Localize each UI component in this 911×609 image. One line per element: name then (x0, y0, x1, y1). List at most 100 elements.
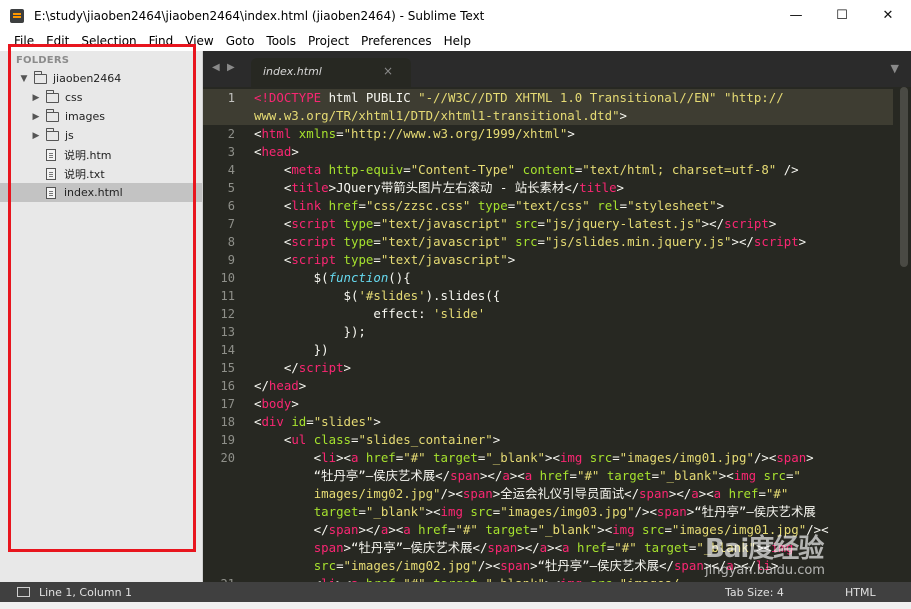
file-icon (46, 167, 56, 180)
code-line: </span></a><a href="#" target="_blank"><… (254, 522, 829, 537)
line-number: 11 (220, 289, 235, 303)
code-line: www.w3.org/TR/xhtml1/DTD/xhtml1-transiti… (254, 108, 627, 123)
sublime-text-icon (10, 8, 24, 23)
title-bar: E:\study\jiaoben2464\jiaoben2464\index.h… (0, 0, 911, 31)
status-bar: Line 1, Column 1 Tab Size: 4 HTML (0, 582, 911, 602)
code-line: <title>JQuery带箭头图片左右滚动 - 站长素材</title> (254, 180, 625, 195)
line-number: 21 (221, 575, 235, 582)
line-number: 4 (227, 163, 235, 177)
line-number: 19 (220, 433, 235, 447)
tree-root-folder[interactable]: ▼ jiaoben2464 (0, 69, 202, 88)
cursor-position: Line 1, Column 1 (39, 585, 133, 599)
line-number: 10 (220, 271, 235, 285)
code-line: <div id="slides"> (254, 414, 381, 429)
tree-folder-images[interactable]: ▶ images (0, 107, 202, 126)
chevron-down-icon[interactable]: ▼ (18, 74, 30, 84)
code-line: <body> (254, 396, 299, 411)
close-button[interactable]: ✕ (865, 0, 911, 31)
code-line: <script type="text/javascript" src="js/j… (254, 216, 777, 231)
folders-heading: FOLDERS (16, 55, 70, 66)
line-number: 8 (227, 235, 235, 249)
vertical-scrollbar[interactable] (893, 87, 911, 582)
tree-item-label: 说明.htm (64, 148, 112, 162)
tree-item-label: images (65, 110, 105, 123)
code-line: <li><a href="#" target="_blank"><img src… (254, 575, 680, 582)
tree-item-label: js (65, 129, 74, 142)
menu-goto[interactable]: Goto (220, 31, 261, 51)
code-editor[interactable]: 123456789101112131415161718192021 <!DOCT… (203, 87, 911, 582)
line-number: 5 (227, 181, 235, 195)
tree-file-shuoming-htm[interactable]: 说明.htm (0, 145, 202, 164)
code-line: </script> (254, 360, 351, 375)
line-number: 1 (227, 91, 235, 105)
tab-index-html[interactable]: index.html × (251, 58, 411, 87)
menu-file[interactable]: File (8, 31, 40, 51)
window-bottom-edge (0, 602, 911, 609)
code-line: <head> (254, 144, 299, 159)
code-line: }); (254, 324, 366, 339)
folder-open-icon (34, 70, 47, 84)
line-number: 12 (220, 307, 235, 321)
menu-selection[interactable]: Selection (75, 31, 142, 51)
line-number: 9 (227, 253, 235, 267)
menu-edit[interactable]: Edit (40, 31, 75, 51)
minimize-button[interactable]: — (773, 0, 819, 31)
line-number: 14 (220, 343, 235, 357)
code-line: $(function(){ (254, 270, 411, 285)
line-number: 13 (220, 325, 235, 339)
tree-item-label: index.html (64, 186, 123, 199)
menu-find[interactable]: Find (143, 31, 180, 51)
menu-view[interactable]: View (179, 31, 219, 51)
folder-icon (46, 89, 59, 103)
tab-nav-right-icon[interactable]: ▶ (227, 62, 235, 73)
chevron-right-icon[interactable]: ▶ (30, 131, 42, 141)
tree-item-label: css (65, 91, 83, 104)
code-line: <script type="text/javascript" src="js/s… (254, 234, 807, 249)
code-line: “牡丹亭”—侯庆艺术展</span></a><a href="#" target… (254, 468, 801, 483)
line-number: 3 (227, 145, 235, 159)
tree-item-label: jiaoben2464 (53, 72, 122, 85)
tab-nav-left-icon[interactable]: ◀ (212, 62, 220, 73)
code-line: span>“牡丹亭”—侯庆艺术展</span></a><a href="#" t… (313, 540, 794, 555)
code-line: <link href="css/zzsc.css" type="text/css… (254, 198, 725, 213)
code-line: images/img02.jpg"/><span>全运会礼仪引导员面试</spa… (313, 486, 789, 501)
code-line: <meta http-equiv="Content-Type" content=… (254, 162, 799, 177)
line-number: 7 (227, 217, 235, 231)
sidebar: FOLDERS ▼ jiaoben2464 ▶ css ▶ images ▶ j… (0, 51, 203, 582)
menu-bar: File Edit Selection Find View Goto Tools… (0, 31, 911, 51)
syntax-selector[interactable]: HTML (845, 586, 911, 599)
code-line: <li><a href="#" target="_blank"><img src… (254, 450, 814, 465)
chevron-right-icon[interactable]: ▶ (30, 112, 42, 122)
menu-help[interactable]: Help (438, 31, 477, 51)
line-number: 18 (220, 415, 235, 429)
line-number: 16 (220, 379, 235, 393)
menu-project[interactable]: Project (302, 31, 355, 51)
tab-bar: ◀ ▶ index.html × ▼ (203, 51, 911, 87)
tab-size-selector[interactable]: Tab Size: 4 (725, 586, 845, 599)
line-number: 15 (220, 361, 235, 375)
maximize-button[interactable]: ☐ (819, 0, 865, 31)
code-line: }) (254, 342, 329, 357)
code-line: target="_blank"><img src="images/img03.j… (313, 504, 816, 519)
code-line: <script type="text/javascript"> (254, 252, 516, 267)
line-number-gutter: 123456789101112131415161718192021 (203, 87, 247, 582)
line-number: 17 (220, 397, 235, 411)
tab-close-icon[interactable]: × (383, 64, 393, 78)
line-number: 20 (220, 451, 235, 465)
tree-folder-css[interactable]: ▶ css (0, 88, 202, 107)
code-line: effect: 'slide' (254, 306, 486, 321)
scrollbar-thumb[interactable] (900, 87, 908, 267)
line-number: 6 (227, 199, 235, 213)
code-line: src="images/img02.jpg"/><span>“牡丹亭”—侯庆艺术… (313, 558, 779, 573)
tab-dropdown-icon[interactable]: ▼ (891, 62, 899, 75)
chevron-right-icon[interactable]: ▶ (30, 93, 42, 103)
folder-icon (46, 108, 59, 122)
tree-file-index-html[interactable]: index.html (0, 183, 202, 202)
menu-preferences[interactable]: Preferences (355, 31, 438, 51)
panel-toggle-icon[interactable] (17, 587, 30, 597)
tree-file-shuoming-txt[interactable]: 说明.txt (0, 164, 202, 183)
tree-folder-js[interactable]: ▶ js (0, 126, 202, 145)
code-line: <ul class="slides_container"> (254, 432, 501, 447)
file-icon (46, 148, 56, 161)
menu-tools[interactable]: Tools (260, 31, 302, 51)
